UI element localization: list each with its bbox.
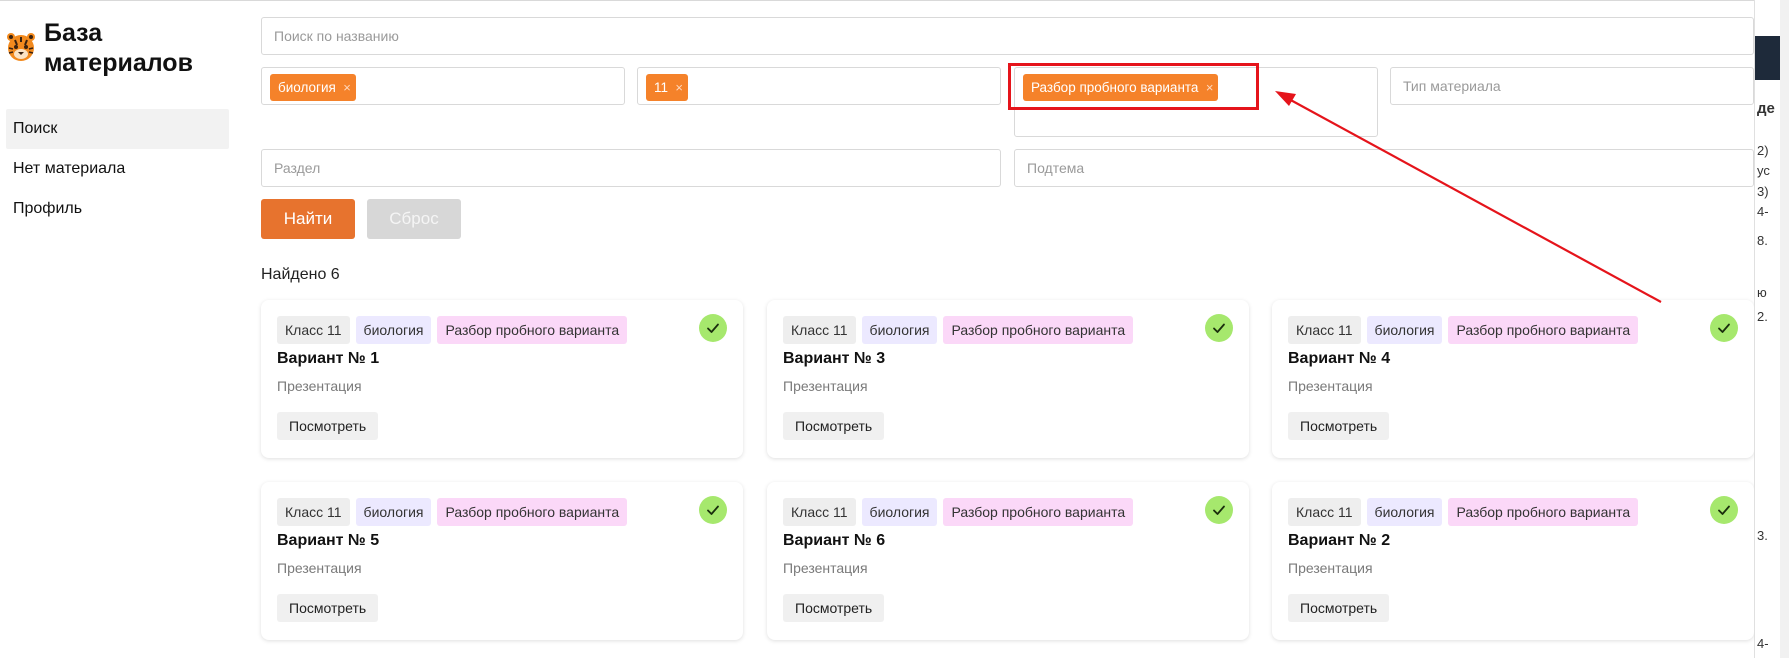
grade-tag: Класс 11 [783, 498, 856, 526]
result-card: Класс 11 биология Разбор пробного варианта… [767, 482, 1249, 640]
category-tag: Разбор пробного варианта [437, 316, 628, 344]
close-icon[interactable]: × [343, 74, 351, 101]
edge-text: 3) [1757, 184, 1769, 199]
adjacent-window-edge: де 2) ус 3) 4- 8. ю 2. 3. 4- [1754, 0, 1789, 658]
subject-tag: биология [1366, 498, 1443, 526]
edge-text: де [1757, 100, 1775, 117]
subtopic-field [1014, 149, 1754, 187]
subject-tag: биология [861, 498, 938, 526]
result-card: Класс 11 биология Разбор пробного варианта… [1272, 482, 1754, 640]
sidebar-item-no-material[interactable]: Нет материала [6, 149, 229, 189]
card-title: Вариант № 2 [1288, 532, 1391, 549]
card-material-kind: Презентация [277, 378, 362, 394]
material-type-input[interactable] [1391, 68, 1753, 104]
card-material-kind: Презентация [1288, 560, 1373, 576]
brand-title-line1: База [44, 19, 103, 47]
category-tag: Разбор пробного варианта [943, 316, 1134, 344]
edge-text: ус [1757, 163, 1770, 178]
grade-select[interactable]: 11 × [637, 67, 1001, 105]
category-tag: Разбор пробного варианта [1448, 316, 1639, 344]
reset-button[interactable]: Сброс [367, 199, 461, 239]
brand-title: База материалов [44, 18, 214, 78]
check-icon [1710, 314, 1738, 342]
subject-select[interactable]: биология × [261, 67, 625, 105]
check-icon [699, 496, 727, 524]
material-type-field [1390, 67, 1754, 105]
view-button[interactable]: Посмотреть [277, 594, 379, 622]
grade-chip: 11 × [646, 74, 689, 101]
category-tag: Разбор пробного варианта [437, 498, 628, 526]
subject-tag: биология [355, 498, 432, 526]
check-icon [699, 314, 727, 342]
card-title: Вариант № 4 [1288, 350, 1391, 367]
subject-chip: биология × [270, 74, 356, 101]
sidebar-item-profile[interactable]: Профиль [6, 189, 229, 229]
card-tags: Класс 11 биология Разбор пробного варианта [1288, 498, 1639, 526]
edge-text: ю [1757, 285, 1767, 300]
brand: База материалов [6, 18, 214, 78]
card-tags: Класс 11 биология Разбор пробного варианта [1288, 316, 1639, 344]
subject-tag: биология [861, 316, 938, 344]
edge-text: 4- [1757, 636, 1769, 651]
edge-text: 8. [1757, 233, 1768, 248]
result-card: Класс 11 биология Разбор пробного варианта… [767, 300, 1249, 458]
check-icon [1710, 496, 1738, 524]
result-card: Класс 11 биология Разбор пробного варианта… [261, 300, 743, 458]
subject-tag: биология [355, 316, 432, 344]
edge-text: 2. [1757, 309, 1768, 324]
sidebar-item-search[interactable]: Поиск [6, 109, 229, 149]
section-field [261, 149, 1001, 187]
adjacent-scrollbar[interactable] [1780, 0, 1789, 658]
subject-chip-label: биология [278, 80, 336, 95]
card-tags: Класс 11 биология Разбор пробного варианта [277, 498, 628, 526]
category-tag: Разбор пробного варианта [943, 498, 1134, 526]
view-button[interactable]: Посмотреть [1288, 594, 1390, 622]
check-icon [1205, 496, 1233, 524]
tiger-logo-icon [7, 33, 35, 61]
section-input[interactable] [262, 150, 1000, 186]
edge-text: 4- [1757, 204, 1769, 219]
results-count: Найдено 6 [261, 266, 340, 283]
sidebar-nav: Поиск Нет материала Профиль [6, 109, 229, 229]
card-title: Вариант № 5 [277, 532, 380, 549]
subtopic-input[interactable] [1015, 150, 1753, 186]
category-tag: Разбор пробного варианта [1448, 498, 1639, 526]
edge-text: 2) [1757, 143, 1769, 158]
annotation-highlight-box [1008, 63, 1259, 110]
grade-tag: Класс 11 [1288, 316, 1361, 344]
card-material-kind: Презентация [783, 378, 868, 394]
card-title: Вариант № 6 [783, 532, 886, 549]
grade-chip-label: 11 [654, 80, 669, 95]
find-button[interactable]: Найти [261, 199, 355, 239]
grade-tag: Класс 11 [1288, 498, 1361, 526]
search-input[interactable] [262, 18, 1753, 54]
view-button[interactable]: Посмотреть [783, 412, 885, 440]
brand-title-line2: материалов [44, 49, 193, 77]
view-button[interactable]: Посмотреть [277, 412, 379, 440]
card-material-kind: Презентация [277, 560, 362, 576]
grade-tag: Класс 11 [277, 498, 350, 526]
card-title: Вариант № 1 [277, 350, 380, 367]
view-button[interactable]: Посмотреть [1288, 412, 1390, 440]
card-tags: Класс 11 биология Разбор пробного варианта [277, 316, 628, 344]
close-icon[interactable]: × [675, 74, 683, 101]
card-material-kind: Презентация [783, 560, 868, 576]
subject-tag: биология [1366, 316, 1443, 344]
card-tags: Класс 11 биология Разбор пробного варианта [783, 316, 1134, 344]
check-icon [1205, 314, 1233, 342]
grade-tag: Класс 11 [783, 316, 856, 344]
search-field [261, 17, 1754, 55]
card-title: Вариант № 3 [783, 350, 886, 367]
view-button[interactable]: Посмотреть [783, 594, 885, 622]
result-card: Класс 11 биология Разбор пробного варианта… [1272, 300, 1754, 458]
edge-text: 3. [1757, 528, 1768, 543]
result-card: Класс 11 биология Разбор пробного варианта… [261, 482, 743, 640]
sidebar: База материалов Поиск Нет материала Проф… [0, 0, 240, 658]
card-material-kind: Презентация [1288, 378, 1373, 394]
card-tags: Класс 11 биология Разбор пробного варианта [783, 498, 1134, 526]
grade-tag: Класс 11 [277, 316, 350, 344]
